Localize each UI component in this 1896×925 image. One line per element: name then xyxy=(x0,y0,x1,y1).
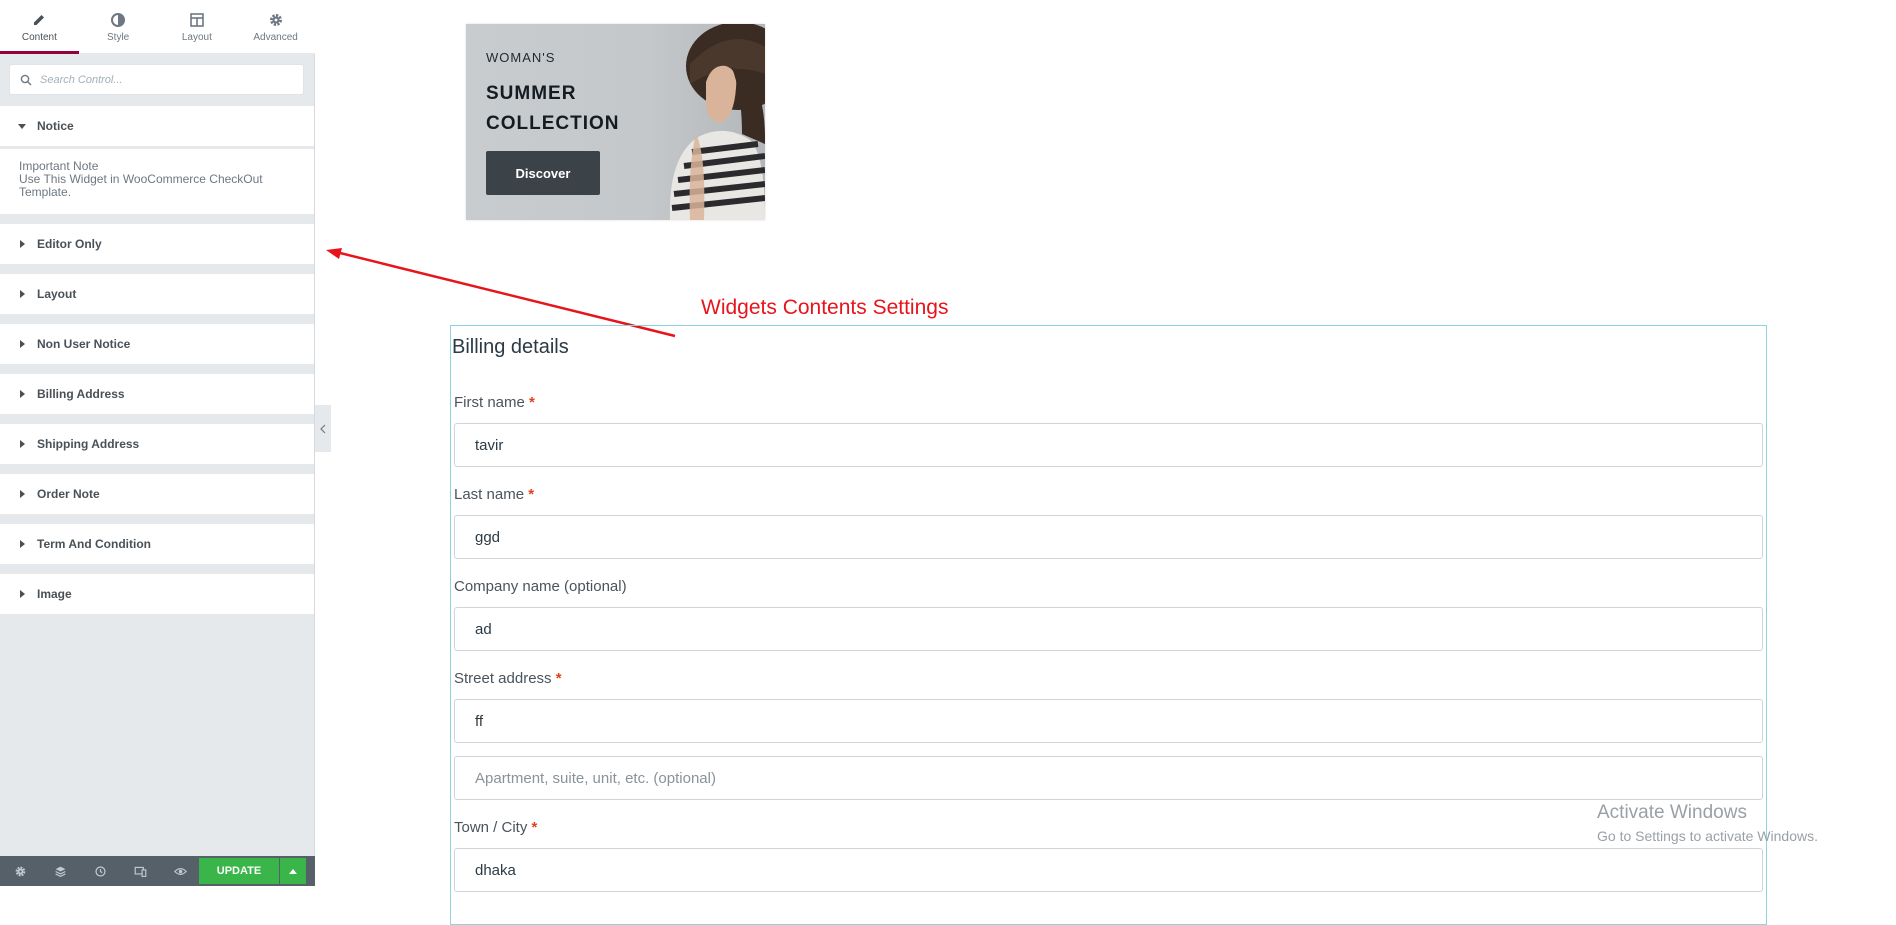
billing-form: Billing details First name * Last name *… xyxy=(450,325,1767,925)
apartment-input[interactable] xyxy=(454,756,1763,800)
town-city-label-text: Town / City xyxy=(454,819,528,836)
section-order-note[interactable]: Order Note xyxy=(0,474,314,514)
first-name-label: First name * xyxy=(454,394,535,411)
caret-up-icon xyxy=(289,869,297,874)
half-circle-icon xyxy=(111,12,126,27)
section-shipping-address[interactable]: Shipping Address xyxy=(0,424,314,464)
panel-tabs: Content Style Layout Advanced xyxy=(0,0,315,54)
watermark-line-2: Go to Settings to activate Windows. xyxy=(1597,828,1818,844)
discover-button[interactable]: Discover xyxy=(486,151,600,195)
section-non-user-notice[interactable]: Non User Notice xyxy=(0,324,314,364)
pencil-icon xyxy=(34,14,45,25)
first-name-label-text: First name xyxy=(454,394,525,411)
last-name-label-text: Last name xyxy=(454,486,525,503)
last-name-label: Last name * xyxy=(454,486,534,503)
notice-line-2: Use This Widget in WooCommerce CheckOut … xyxy=(19,172,263,199)
editor-panel: Content Style Layout Advanced Notice Imp… xyxy=(0,0,315,886)
notice-body: Important Note Use This Widget in WooCom… xyxy=(0,148,314,214)
model-photo xyxy=(646,24,765,220)
section-editor-only[interactable]: Editor Only xyxy=(0,224,314,264)
last-name-input[interactable] xyxy=(454,515,1763,559)
tab-advanced-label: Advanced xyxy=(253,31,298,43)
section-label: Order Note xyxy=(37,487,100,501)
town-city-label: Town / City * xyxy=(454,819,537,836)
town-city-input[interactable] xyxy=(454,848,1763,892)
update-options-button[interactable] xyxy=(280,858,306,884)
settings-button[interactable] xyxy=(0,856,40,886)
activate-windows-watermark: Activate Windows Go to Settings to activ… xyxy=(1597,802,1818,844)
section-image[interactable]: Image xyxy=(0,574,314,614)
search-input[interactable] xyxy=(40,73,290,86)
required-marker: * xyxy=(555,670,562,687)
caret-right-icon xyxy=(20,490,25,498)
first-name-input[interactable] xyxy=(454,423,1763,467)
layers-icon xyxy=(54,866,66,877)
tab-content-label: Content xyxy=(21,31,57,43)
street-address-input[interactable] xyxy=(454,699,1763,743)
caret-right-icon xyxy=(20,390,25,398)
tab-layout[interactable]: Layout xyxy=(158,0,237,54)
tab-style-label: Style xyxy=(107,31,130,43)
panel-collapse-handle[interactable] xyxy=(315,405,331,452)
section-label: Term And Condition xyxy=(37,537,151,551)
banner-title: SUMMER COLLECTION xyxy=(486,83,620,134)
caret-right-icon xyxy=(20,340,25,348)
tab-content[interactable]: Content xyxy=(0,0,79,54)
section-layout[interactable]: Layout xyxy=(0,274,314,314)
tab-style[interactable]: Style xyxy=(79,0,158,54)
preview-eye-icon xyxy=(173,867,187,875)
section-billing-address[interactable]: Billing Address xyxy=(0,374,314,414)
caret-right-icon xyxy=(20,540,25,548)
street-address-label: Street address * xyxy=(454,670,562,687)
billing-heading: Billing details xyxy=(452,336,569,358)
banner-eyebrow: WOMAN'S xyxy=(486,50,556,65)
section-term-and-condition[interactable]: Term And Condition xyxy=(0,524,314,564)
tab-advanced[interactable]: Advanced xyxy=(236,0,315,54)
caret-down-icon xyxy=(18,123,26,129)
section-notice-label: Notice xyxy=(37,119,74,133)
history-button[interactable] xyxy=(80,856,120,886)
section-label: Billing Address xyxy=(37,387,125,401)
section-label: Editor Only xyxy=(37,237,102,251)
search-icon xyxy=(20,74,32,85)
section-label: Non User Notice xyxy=(37,337,131,351)
company-name-label-text: Company name (optional) xyxy=(454,578,627,595)
search-control[interactable] xyxy=(9,64,304,95)
caret-right-icon xyxy=(20,240,25,248)
company-name-label: Company name (optional) xyxy=(454,578,627,595)
required-marker: * xyxy=(529,394,535,411)
update-button[interactable]: UPDATE xyxy=(199,858,279,884)
caret-right-icon xyxy=(20,590,25,598)
section-notice[interactable]: Notice xyxy=(0,106,314,146)
gear-icon xyxy=(269,13,282,26)
section-label: Shipping Address xyxy=(37,437,140,451)
section-label: Layout xyxy=(37,287,77,301)
preview-button[interactable] xyxy=(160,856,200,886)
required-marker: * xyxy=(528,486,535,503)
caret-right-icon xyxy=(20,290,25,298)
settings-icon xyxy=(15,866,25,876)
tab-layout-label: Layout xyxy=(181,31,212,43)
watermark-line-1: Activate Windows xyxy=(1597,802,1747,823)
street-address-label-text: Street address xyxy=(454,670,552,687)
chevron-left-icon xyxy=(320,424,326,433)
annotation-label: Widgets Contents Settings xyxy=(701,296,949,319)
history-icon xyxy=(94,865,106,877)
promo-banner: WOMAN'S SUMMER COLLECTION Discover xyxy=(466,24,765,220)
required-marker: * xyxy=(531,819,538,836)
caret-right-icon xyxy=(20,440,25,448)
section-label: Image xyxy=(37,587,72,601)
panel-footer: UPDATE xyxy=(0,856,315,886)
navigator-button[interactable] xyxy=(40,856,80,886)
layout-icon xyxy=(190,12,204,27)
company-name-input[interactable] xyxy=(454,607,1763,651)
responsive-button[interactable] xyxy=(120,856,160,886)
responsive-icon xyxy=(134,866,146,877)
